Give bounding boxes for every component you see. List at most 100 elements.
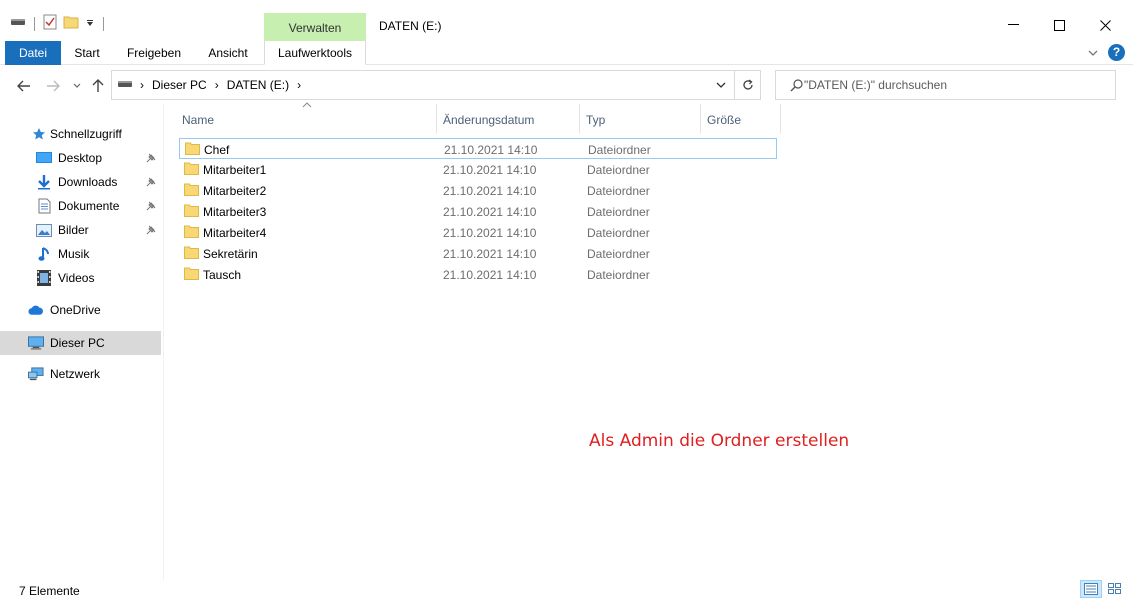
pin-icon[interactable] (146, 224, 156, 238)
column-header-date[interactable]: Änderungsdatum (437, 104, 580, 134)
tab-freigeben[interactable]: Freigeben (120, 41, 188, 65)
table-row[interactable]: Mitarbeiter2 21.10.2021 14:10 Dateiordne… (179, 180, 777, 201)
sidebar-item-label: Bilder (58, 223, 89, 237)
file-name: Sekretärin (203, 247, 258, 261)
file-name: Mitarbeiter2 (203, 184, 267, 198)
breadcrumb-separator[interactable]: › (297, 78, 301, 92)
file-date: 21.10.2021 14:10 (443, 163, 537, 177)
tab-start[interactable]: Start (66, 41, 108, 65)
sidebar-item-dieser-pc[interactable]: Dieser PC (0, 331, 161, 355)
search-input[interactable] (804, 76, 1104, 94)
sidebar-item-musik[interactable]: Musik (0, 242, 161, 266)
sidebar-item-label: Schnellzugriff (50, 127, 122, 141)
table-row[interactable]: Sekretärin 21.10.2021 14:10 Dateiordner (179, 243, 777, 264)
sidebar-item-schnellzugriff[interactable]: Schnellzugriff (0, 122, 161, 146)
sidebar-item-downloads[interactable]: Downloads (0, 170, 161, 194)
refresh-button[interactable] (734, 71, 760, 99)
recent-locations-icon[interactable] (67, 76, 87, 96)
file-date: 21.10.2021 14:10 (443, 205, 537, 219)
item-count: 7 Elemente (19, 584, 80, 598)
tab-datei[interactable]: Datei (5, 41, 61, 65)
new-folder-icon[interactable] (63, 14, 79, 33)
pin-icon[interactable] (146, 152, 156, 166)
tiles-view-button[interactable] (1104, 580, 1126, 598)
navigation-pane: Schnellzugriff Desktop Downloads Dokumen… (0, 104, 164, 580)
computer-icon (28, 335, 44, 351)
file-type: Dateiordner (587, 247, 650, 261)
sidebar-item-label: Musik (58, 247, 90, 261)
maximize-button[interactable] (1036, 10, 1082, 40)
file-name: Mitarbeiter3 (203, 205, 267, 219)
status-bar: 7 Elemente (0, 578, 1133, 598)
sidebar-item-label: Desktop (58, 151, 103, 165)
pin-icon[interactable] (146, 176, 156, 190)
table-row[interactable]: Tausch 21.10.2021 14:10 Dateiordner (179, 264, 777, 285)
file-date: 21.10.2021 14:10 (444, 143, 538, 157)
sidebar-item-onedrive[interactable]: OneDrive (0, 298, 161, 322)
forward-button[interactable] (43, 76, 63, 96)
column-header-size[interactable]: Größe (701, 104, 781, 134)
file-name: Mitarbeiter4 (203, 226, 267, 240)
file-type: Dateiordner (587, 163, 650, 177)
file-type: Dateiordner (588, 143, 651, 157)
folder-icon (184, 267, 199, 283)
file-type: Dateiordner (587, 268, 650, 282)
close-button[interactable] (1082, 10, 1128, 40)
breadcrumb-dieser-pc[interactable]: Dieser PC (152, 78, 207, 92)
address-bar[interactable]: › Dieser PC › DATEN (E:) › (111, 70, 761, 100)
window-title: DATEN (E:) (379, 19, 442, 33)
file-name: Mitarbeiter1 (203, 163, 267, 177)
drive-icon[interactable] (10, 16, 26, 31)
expand-ribbon-icon[interactable] (1088, 46, 1098, 60)
customize-qat-icon[interactable] (85, 17, 95, 31)
context-group-label: Verwalten (264, 13, 366, 41)
file-date: 21.10.2021 14:10 (443, 247, 537, 261)
navigation-bar: › Dieser PC › DATEN (E:) › (0, 66, 1133, 104)
table-row[interactable]: Mitarbeiter3 21.10.2021 14:10 Dateiordne… (179, 201, 777, 222)
column-header-type[interactable]: Typ (580, 104, 701, 134)
tab-ansicht[interactable]: Ansicht (200, 41, 256, 65)
cloud-icon (28, 302, 44, 318)
breadcrumb-daten[interactable]: DATEN (E:) (227, 78, 289, 92)
up-button[interactable] (88, 76, 108, 96)
folder-icon (184, 246, 199, 262)
back-button[interactable] (14, 76, 34, 96)
pictures-icon (36, 222, 52, 238)
file-name: Tausch (203, 268, 242, 282)
address-dropdown-button[interactable] (710, 71, 732, 99)
table-row[interactable]: Mitarbeiter4 21.10.2021 14:10 Dateiordne… (179, 222, 777, 243)
title-bar: Verwalten DATEN (E:) (0, 0, 1133, 41)
sidebar-item-desktop[interactable]: Desktop (0, 146, 161, 170)
column-header-name[interactable]: Name (176, 104, 437, 134)
properties-icon[interactable] (43, 14, 57, 33)
file-type: Dateiordner (587, 205, 650, 219)
help-icon[interactable]: ? (1108, 44, 1125, 61)
qat-separator (34, 16, 35, 31)
sidebar-item-label: Videos (58, 271, 95, 285)
drive-icon (118, 78, 132, 92)
table-row[interactable]: Chef 21.10.2021 14:10 Dateiordner (179, 138, 777, 159)
sidebar-item-label: Netzwerk (50, 367, 101, 381)
ribbon-controls: ? (1088, 44, 1125, 61)
sidebar-item-bilder[interactable]: Bilder (0, 218, 161, 242)
tab-laufwerktools[interactable]: Laufwerktools (264, 41, 366, 65)
quick-access-toolbar (10, 14, 106, 33)
pin-icon[interactable] (146, 200, 156, 214)
document-icon (36, 198, 52, 214)
sidebar-item-dokumente[interactable]: Dokumente (0, 194, 161, 218)
table-row[interactable]: Mitarbeiter1 21.10.2021 14:10 Dateiordne… (179, 159, 777, 180)
minimize-button[interactable] (990, 10, 1036, 40)
network-icon (28, 366, 44, 382)
folder-icon (185, 142, 200, 158)
annotation-text: Als Admin die Ordner erstellen (589, 431, 850, 451)
sidebar-item-netzwerk[interactable]: Netzwerk (0, 362, 161, 386)
file-type: Dateiordner (587, 184, 650, 198)
folder-icon (184, 204, 199, 220)
search-box[interactable] (775, 70, 1116, 100)
sidebar-item-videos[interactable]: Videos (0, 266, 161, 290)
folder-icon (184, 183, 199, 199)
breadcrumb: › Dieser PC › DATEN (E:) › (118, 71, 301, 99)
details-view-button[interactable] (1080, 580, 1102, 598)
breadcrumb-separator: › (140, 78, 144, 92)
star-icon (31, 126, 47, 142)
